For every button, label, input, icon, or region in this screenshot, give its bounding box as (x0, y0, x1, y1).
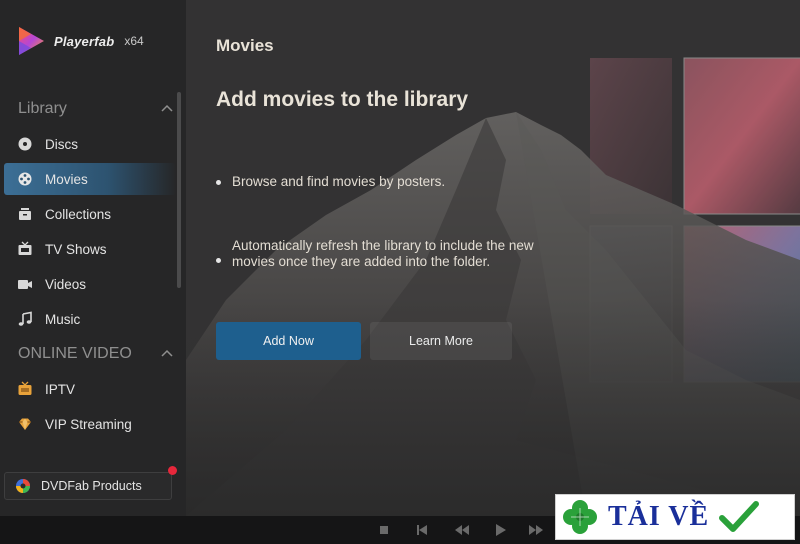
feature-bullet: Browse and find movies by posters. (216, 174, 536, 190)
watermark-text: TẢI VỀ (608, 501, 710, 532)
page-title: Movies (216, 36, 274, 55)
playerfab-logo-icon (19, 27, 44, 55)
sidebar-item-label: Music (45, 311, 81, 327)
sidebar-item-discs[interactable]: Discs (4, 128, 176, 160)
feature-bullet: Automatically refresh the library to inc… (216, 238, 536, 270)
dvdfab-products-button[interactable]: DVDFab Products (4, 472, 172, 500)
video-icon (17, 276, 33, 292)
tv-icon (17, 241, 33, 257)
clover-logo-icon (563, 500, 597, 534)
sidebar-item-vip-streaming[interactable]: VIP Streaming (4, 408, 176, 440)
learn-more-button[interactable]: Learn More (370, 322, 512, 360)
bullet-text: Automatically refresh the library to inc… (232, 238, 534, 269)
online-video-section-header[interactable]: ONLINE VIDEO (18, 345, 174, 363)
music-note-icon (17, 311, 33, 327)
sidebar-item-label: VIP Streaming (45, 416, 132, 432)
chevron-up-icon[interactable] (160, 347, 174, 361)
checkmark-icon (719, 501, 760, 532)
sidebar-item-tv-shows[interactable]: TV Shows (4, 233, 176, 265)
brand: Playerfab x64 (16, 24, 144, 58)
bullet-dot (216, 258, 221, 263)
stop-icon[interactable] (376, 522, 392, 538)
play-icon[interactable] (492, 522, 508, 538)
sidebar-item-label: Videos (45, 276, 87, 292)
sidebar-item-music[interactable]: Music (4, 303, 176, 335)
app-arch: x64 (124, 34, 144, 48)
bullet-text: Browse and find movies by posters. (232, 174, 446, 189)
sidebar-item-iptv[interactable]: IPTV (4, 373, 176, 405)
sidebar-item-label: IPTV (45, 381, 76, 397)
library-section-header[interactable]: Library (18, 100, 174, 118)
online-header-label: ONLINE VIDEO (18, 345, 132, 362)
sidebar: Playerfab x64 Library Discs Movies Colle… (0, 0, 186, 516)
collections-icon (17, 206, 33, 222)
sidebar-item-label: TV Shows (45, 241, 107, 257)
sidebar-item-collections[interactable]: Collections (4, 198, 176, 230)
main-panel: Movies Add movies to the library Browse … (186, 0, 800, 516)
dvdfab-logo-icon (16, 479, 30, 493)
rewind-icon[interactable] (454, 522, 470, 538)
previous-icon[interactable] (414, 522, 430, 538)
sidebar-item-label: Discs (45, 136, 78, 152)
sidebar-item-label: Movies (45, 171, 88, 187)
sidebar-item-videos[interactable]: Videos (4, 268, 176, 300)
headline: Add movies to the library (216, 88, 469, 111)
sidebar-item-movies[interactable]: Movies (4, 163, 176, 195)
sidebar-item-label: Collections (45, 206, 112, 222)
fast-forward-icon[interactable] (528, 522, 544, 538)
disc-icon (17, 136, 33, 152)
app-name: Playerfab (54, 33, 115, 49)
library-header-label: Library (18, 100, 67, 117)
products-label: DVDFab Products (41, 479, 142, 493)
notification-badge (168, 466, 177, 475)
bullet-dot (216, 180, 221, 185)
sidebar-scrollbar[interactable] (177, 92, 181, 288)
chevron-up-icon[interactable] (160, 102, 174, 116)
add-now-button[interactable]: Add Now (216, 322, 361, 360)
iptv-icon (17, 381, 33, 397)
film-reel-icon (17, 171, 33, 187)
taive-watermark: TẢI VỀ (555, 494, 795, 540)
vip-diamond-icon (17, 416, 33, 432)
